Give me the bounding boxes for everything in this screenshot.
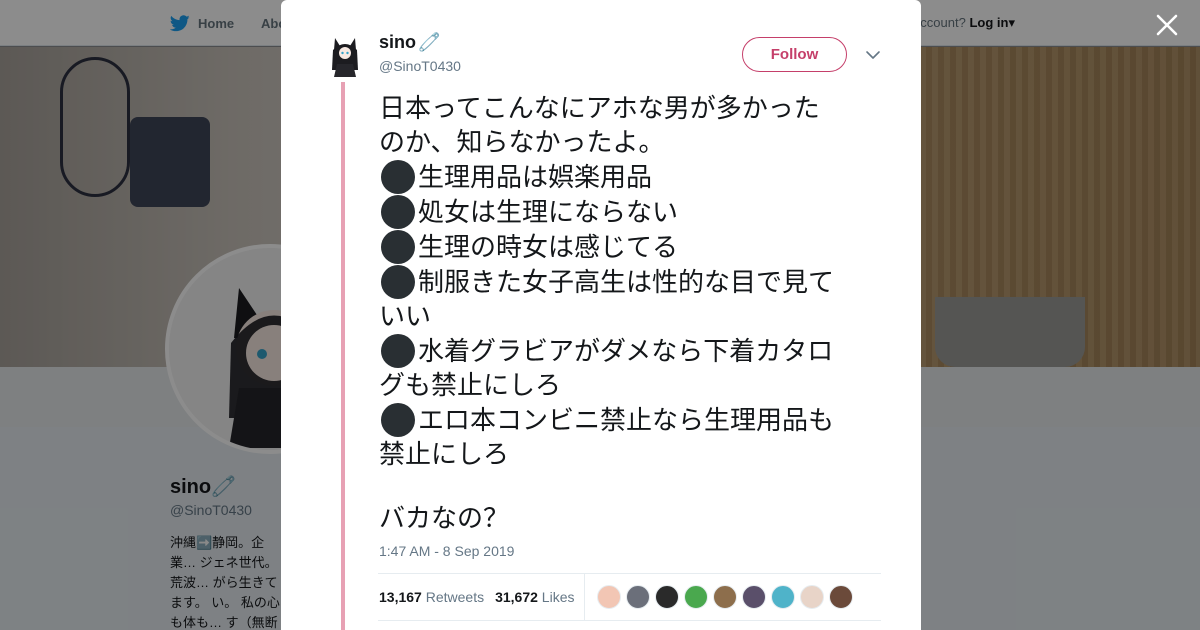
liker-avatar[interactable] xyxy=(713,585,738,609)
close-modal-button[interactable] xyxy=(1152,10,1182,40)
retweets-stat[interactable]: 13,167 Retweets xyxy=(379,589,484,605)
chevron-down-icon xyxy=(866,51,880,59)
tweet-text-spacer xyxy=(379,472,869,502)
tweet-text-line: 制服きた女子高生は性的な目で見て xyxy=(379,265,869,300)
bullet-dot-icon xyxy=(381,160,415,194)
bullet-dot-icon xyxy=(381,195,415,229)
tweet-stats: 13,167 Retweets 31,672 Likes xyxy=(378,573,881,621)
tweet-timestamp[interactable]: 1:47 AM - 8 Sep 2019 xyxy=(379,543,514,559)
tweet-text-line: バカなの？ xyxy=(379,504,510,534)
likers-avatars xyxy=(597,585,854,609)
tweet-text-line: グも禁止にしろ xyxy=(379,371,562,401)
tweet-text-line: 水着グラビアがダメなら下着カタロ xyxy=(379,334,869,369)
tweet-text-line: 禁止にしろ xyxy=(379,440,510,470)
liker-avatar[interactable] xyxy=(626,585,651,609)
liker-avatar[interactable] xyxy=(684,585,709,609)
likes-stat[interactable]: 31,672 Likes xyxy=(495,589,574,605)
tweet-author-avatar[interactable] xyxy=(327,36,363,78)
tweet-text-line: 生理用品は娯楽用品 xyxy=(379,160,869,195)
tweet-text-line: 生理の時女は感じてる xyxy=(379,230,869,265)
tweet-text-line: エロ本コンビニ禁止なら生理用品も xyxy=(379,403,869,438)
tweet-options-caret[interactable] xyxy=(865,47,881,63)
liker-avatar[interactable] xyxy=(655,585,680,609)
thread-line xyxy=(341,82,345,630)
tweet-text-line: いい xyxy=(379,302,432,332)
tweet-text: 日本ってこんなにアホな男が多かった のか、知らなかったよ。 生理用品は娯楽用品 … xyxy=(379,92,869,536)
tweet-author-handle[interactable]: @SinoT0430 xyxy=(379,58,461,74)
tweet-text-line: のか、知らなかったよ。 xyxy=(379,128,665,158)
tweet-text-line: 日本ってこんなにアホな男が多かった xyxy=(379,94,820,124)
tweet-author-name[interactable]: sino 🧷 xyxy=(379,32,440,53)
tweet-text-line: 処女は生理にならない xyxy=(379,195,869,230)
liker-avatar[interactable] xyxy=(742,585,767,609)
liker-avatar[interactable] xyxy=(597,585,622,609)
bullet-dot-icon xyxy=(381,334,415,368)
liker-avatar[interactable] xyxy=(800,585,825,609)
close-icon xyxy=(1156,14,1178,36)
bullet-dot-icon xyxy=(381,230,415,264)
follow-button[interactable]: Follow xyxy=(742,37,847,72)
bullet-dot-icon xyxy=(381,403,415,437)
liker-avatar[interactable] xyxy=(771,585,796,609)
stats-divider xyxy=(584,573,586,621)
liker-avatar[interactable] xyxy=(829,585,854,609)
safety-pin-icon: 🧷 xyxy=(418,32,441,52)
bullet-dot-icon xyxy=(381,265,415,299)
tweet-modal: sino 🧷 @SinoT0430 Follow 日本ってこんなにアホな男が多か… xyxy=(281,0,921,630)
